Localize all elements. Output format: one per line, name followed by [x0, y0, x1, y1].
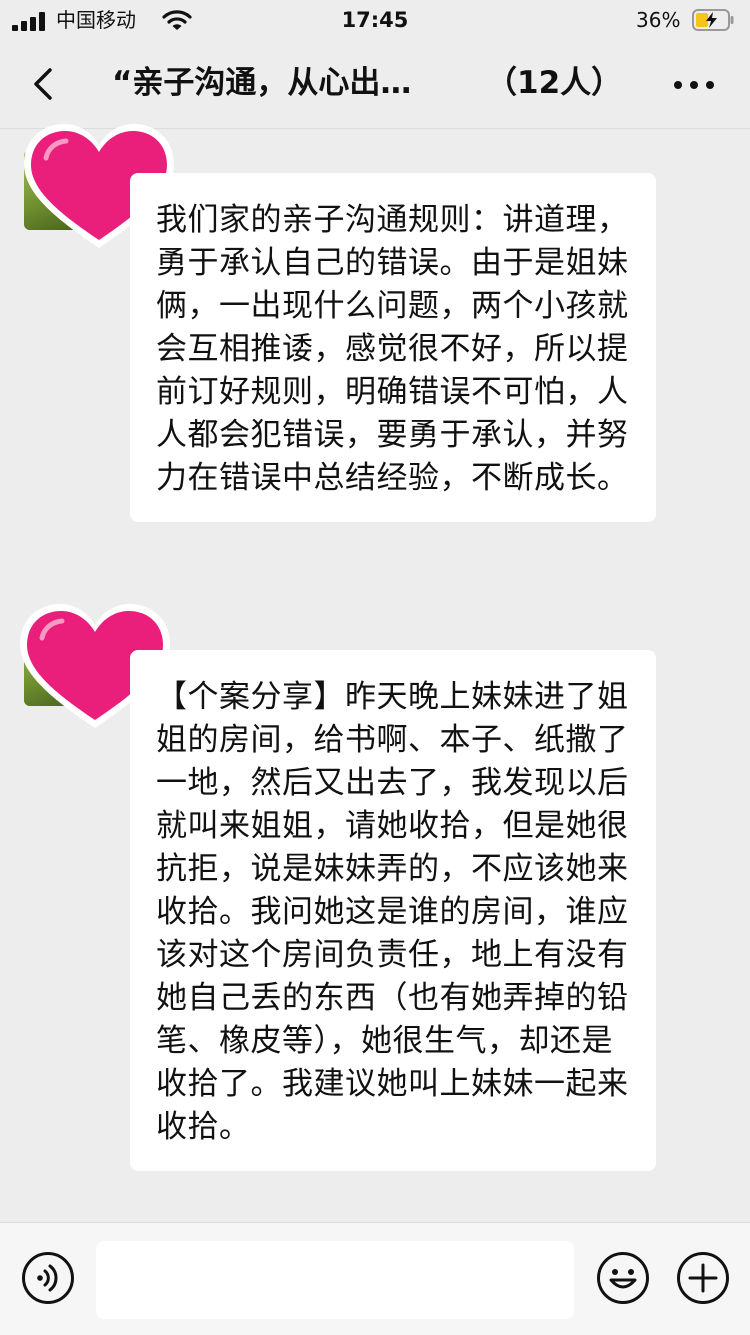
status-bar: 中国移动 17:45 36% [0, 0, 750, 40]
message-input[interactable] [96, 1241, 574, 1319]
chat-header: “亲子沟通，从心出… （12人） [0, 40, 750, 129]
voice-icon[interactable] [21, 1251, 75, 1305]
emoji-icon[interactable] [596, 1251, 650, 1305]
plus-icon[interactable] [676, 1251, 730, 1305]
chat-title: “亲子沟通，从心出… [112, 65, 412, 101]
message-bubble[interactable]: 【个案分享】昨天晚上妹妹进了姐姐的房间，给书啊、本子、纸撒了一地，然后又出去了，… [130, 650, 656, 1171]
back-chevron-icon[interactable] [22, 60, 66, 108]
battery-percent: 36% [636, 8, 681, 32]
more-dots-icon[interactable] [668, 68, 720, 100]
input-bar [0, 1222, 750, 1335]
member-count: （12人） [486, 65, 623, 101]
battery-charging-icon [692, 9, 734, 31]
message-bubble[interactable]: 我们家的亲子沟通规则：讲道理，勇于承认自己的错误。由于是姐妹俩，一出现什么问题，… [130, 173, 656, 522]
